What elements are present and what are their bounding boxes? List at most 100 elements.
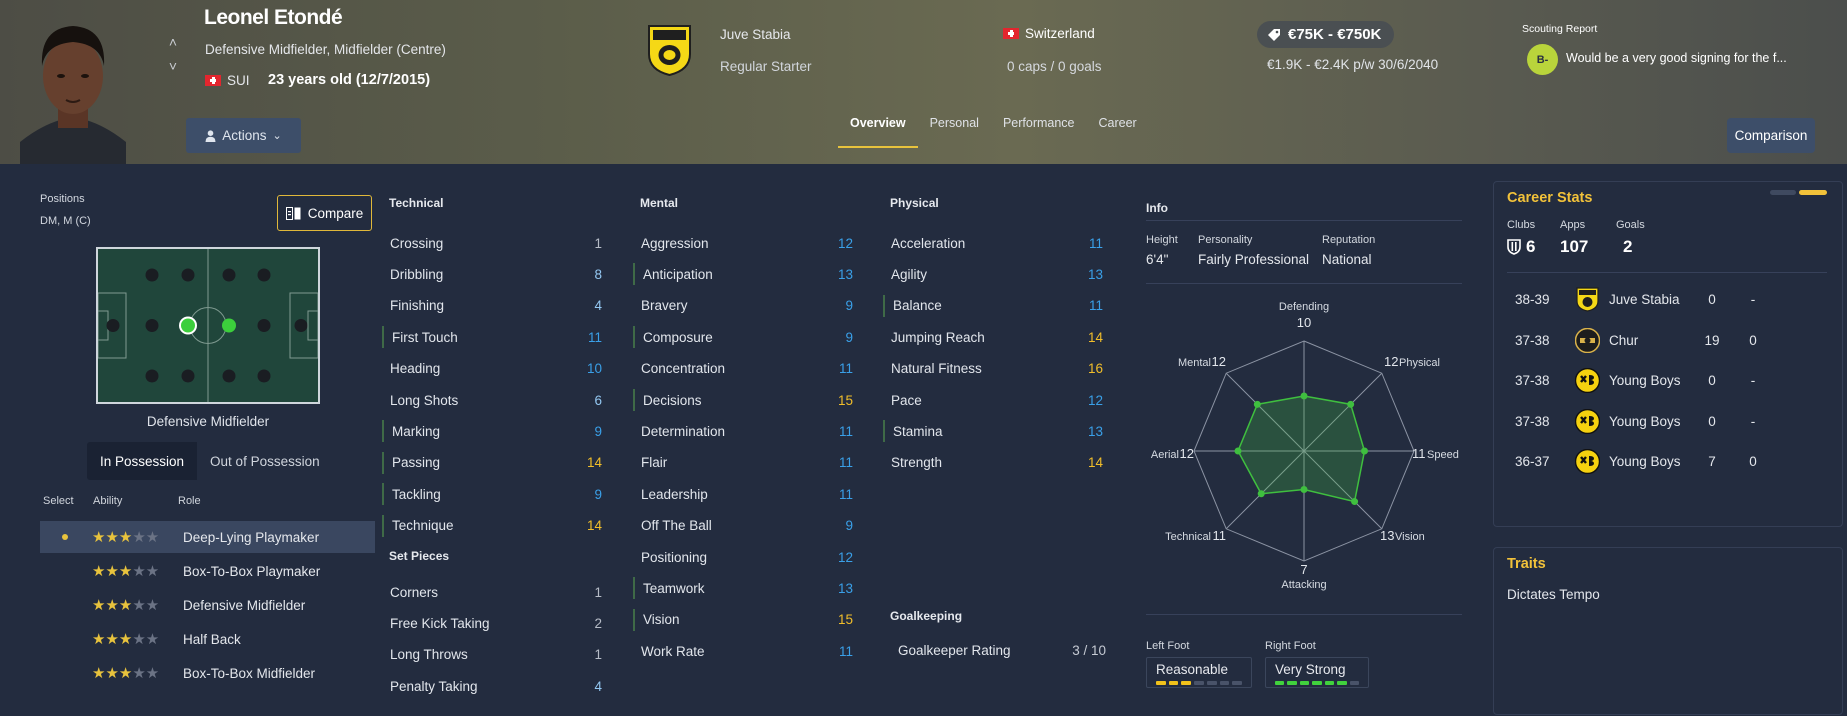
attribute-row[interactable]: Free Kick Taking 2 (382, 612, 602, 634)
attribute-value: 11 (838, 643, 853, 659)
attribute-row[interactable]: Tackling 9 (382, 483, 602, 506)
attribute-row[interactable]: Teamwork 13 (633, 577, 853, 600)
position-pitch[interactable] (96, 247, 320, 404)
attribute-row[interactable]: Strength 14 (883, 452, 1103, 474)
tab-performance[interactable]: Performance (991, 112, 1087, 148)
attribute-row[interactable]: Off The Ball 9 (633, 515, 853, 537)
attribute-value: 11 (838, 361, 853, 377)
attribute-value: 11 (1088, 298, 1103, 314)
player-nav-arrows[interactable]: ˄ ˅ (166, 30, 180, 78)
compare-button[interactable]: Compare (277, 195, 372, 231)
attribute-row[interactable]: Long Shots 6 (382, 389, 602, 411)
scouting-report-text[interactable]: Would be a very good signing for the f..… (1566, 51, 1787, 65)
radar-axis-value: 12 (1212, 354, 1226, 369)
role-row[interactable]: ★★★★★ Defensive Midfielder (40, 589, 375, 621)
technical-column: Technical (389, 196, 607, 210)
attribute-value: 2 (594, 615, 602, 631)
attribute-name: Long Throws (390, 647, 468, 663)
traits-title: Traits (1507, 556, 1546, 572)
role-row[interactable]: ★★★★★ Box-To-Box Midfielder (40, 657, 375, 689)
attribute-row[interactable]: Aggression 12 (633, 232, 853, 254)
attribute-value: 11 (1088, 235, 1103, 251)
attribute-row[interactable]: Vision 15 (633, 608, 853, 631)
carousel-dot[interactable] (1770, 190, 1796, 195)
tab-overview[interactable]: Overview (838, 112, 918, 148)
tab-personal[interactable]: Personal (918, 112, 991, 148)
attribute-value: 10 (586, 361, 602, 377)
career-row[interactable]: 37-38 Chur 19 0 (1493, 321, 1843, 361)
positions-label: Positions (40, 193, 85, 205)
attribute-row[interactable]: Long Throws 1 (382, 644, 602, 666)
role-row[interactable]: ★★★★★ Box-To-Box Playmaker (40, 555, 375, 587)
attribute-row[interactable]: Positioning 12 (633, 546, 853, 568)
role-row[interactable]: ★★★★★ Deep-Lying Playmaker (40, 521, 375, 553)
attribute-row[interactable]: Flair 11 (633, 452, 853, 474)
attribute-row[interactable]: Marking 9 (382, 420, 602, 443)
attribute-row[interactable]: Passing 14 (382, 451, 602, 474)
attribute-row[interactable]: Anticipation 13 (633, 263, 853, 286)
yb-crest-icon (1574, 408, 1601, 434)
attribute-row[interactable]: Determination 11 (633, 420, 853, 442)
next-player-icon[interactable]: ˅ (166, 54, 180, 78)
attribute-row[interactable]: Crossing 1 (382, 232, 602, 254)
tab-in-possession[interactable]: In Possession (87, 442, 198, 480)
career-row[interactable]: 37-38 Young Boys 0 - (1493, 361, 1843, 401)
comparison-button[interactable]: Comparison (1727, 118, 1815, 153)
career-club-name[interactable]: Young Boys (1609, 373, 1681, 388)
attribute-row[interactable]: First Touch 11 (382, 326, 602, 349)
tab-out-of-possession[interactable]: Out of Possession (197, 442, 333, 480)
attribute-row[interactable]: Composure 9 (633, 326, 853, 349)
attribute-row[interactable]: Balance 11 (883, 294, 1103, 317)
season: 37-38 (1515, 413, 1550, 429)
attribute-value: 9 (845, 518, 853, 534)
attribute-row[interactable]: Pace 12 (883, 389, 1103, 411)
attribute-row[interactable]: Finishing 4 (382, 295, 602, 317)
player-header: ˄ ˅ Leonel Etondé Defensive Midfielder, … (0, 0, 1847, 164)
attribute-row[interactable]: Bravery 9 (633, 295, 853, 317)
attribute-name: Vision (643, 612, 680, 628)
swiss-flag-icon (205, 75, 221, 86)
attribute-name: Finishing (390, 298, 445, 314)
career-row[interactable]: 38-39 Juve Stabia 0 - (1493, 280, 1843, 320)
attribute-row[interactable]: Corners 1 (382, 581, 602, 603)
carousel-dot-active[interactable] (1799, 190, 1827, 195)
career-club-name[interactable]: Chur (1609, 333, 1638, 348)
tab-career[interactable]: Career (1087, 112, 1149, 148)
attribute-row[interactable]: Dribbling 8 (382, 263, 602, 285)
attribute-value: 13 (1087, 423, 1103, 439)
personality-value: Fairly Professional (1198, 252, 1310, 267)
role-row[interactable]: ★★★★★ Half Back (40, 623, 375, 655)
attribute-row[interactable]: Leadership 11 (633, 483, 853, 505)
career-row[interactable]: 37-38 Young Boys 0 - (1493, 402, 1843, 442)
attribute-row[interactable]: Jumping Reach 14 (883, 326, 1103, 348)
attribute-row[interactable]: Concentration 11 (633, 358, 853, 380)
radar-point (1347, 400, 1355, 408)
attribute-row[interactable]: Technique 14 (382, 514, 602, 537)
career-row[interactable]: 36-37 Young Boys 7 0 (1493, 442, 1843, 482)
attribute-row[interactable]: Natural Fitness 16 (883, 358, 1103, 380)
international-country: Switzerland (1003, 26, 1095, 41)
attribute-name: Stamina (893, 423, 943, 439)
attribute-row[interactable]: Penalty Taking 4 (382, 675, 602, 697)
radar-axis-value: 11 (1412, 446, 1426, 461)
attribute-value: 4 (594, 298, 602, 314)
yb-crest-icon (1574, 448, 1601, 475)
career-club-name[interactable]: Young Boys (1609, 454, 1681, 469)
attribute-row[interactable]: Heading 10 (382, 358, 602, 380)
career-club-name[interactable]: Young Boys (1609, 414, 1681, 429)
selected-position-label: Defensive Midfielder (146, 414, 270, 429)
attribute-row[interactable]: Work Rate 11 (633, 640, 853, 662)
career-club-name[interactable]: Juve Stabia (1609, 292, 1680, 307)
attribute-row[interactable]: Decisions 15 (633, 389, 853, 411)
radar-axis-label: Physical (1399, 357, 1440, 369)
attribute-row[interactable]: Stamina 13 (883, 420, 1103, 443)
attribute-row[interactable]: Agility 13 (883, 263, 1103, 285)
scouting-report-title: Scouting Report (1522, 23, 1598, 35)
club-name[interactable]: Juve Stabia (720, 27, 791, 42)
attribute-value: 13 (837, 266, 853, 282)
height-label: Height (1146, 234, 1178, 246)
previous-player-icon[interactable]: ˄ (166, 30, 180, 54)
actions-button[interactable]: Actions ⌄ (186, 118, 301, 153)
attribute-row[interactable]: Acceleration 11 (883, 232, 1103, 254)
info-divider-3 (1146, 614, 1462, 615)
